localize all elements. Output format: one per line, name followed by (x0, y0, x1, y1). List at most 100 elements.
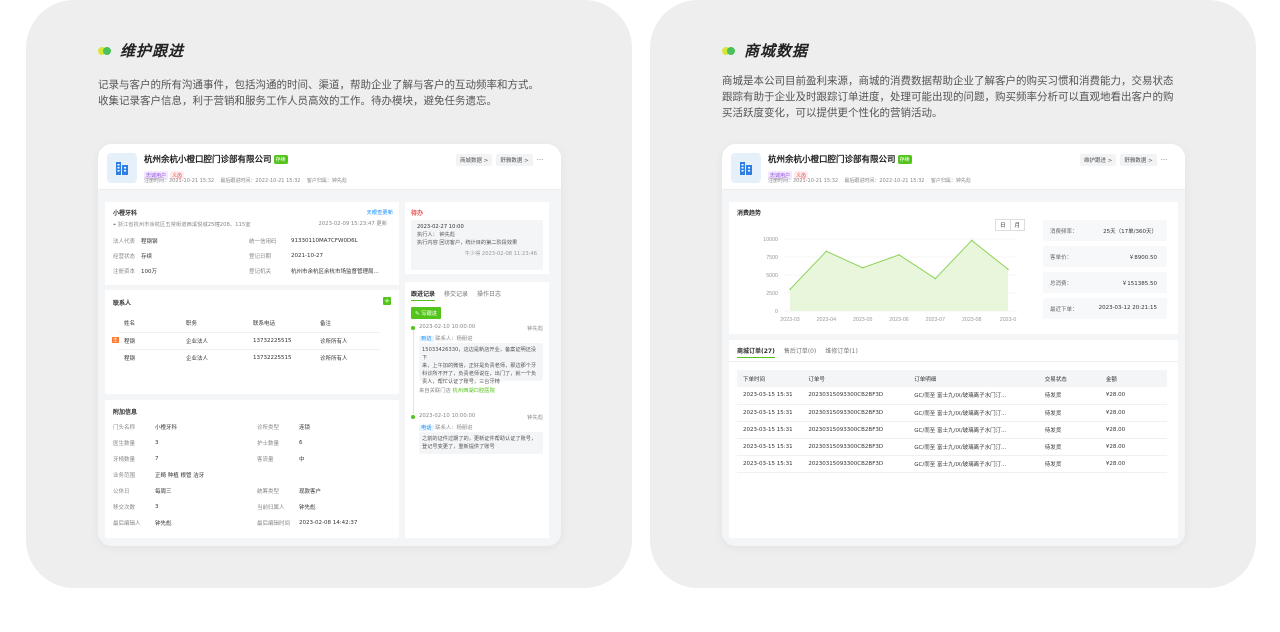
order-detail: GC/而至 富士九/IX/玻璃离子水门汀... (914, 461, 1007, 468)
orders-header-cell: 金额 (1105, 376, 1117, 383)
todo-executor: 执行人： 钟先彪 (417, 232, 455, 238)
follow-text-line: 之前的证件过期了的，更新证件帮助认证了账号， (422, 436, 537, 442)
order-row[interactable]: 2023-03-15 15:31 20230315093300CB2BF3D GC/… (737, 455, 1167, 472)
extra-value: 正畸 种植 根管 洁牙 (155, 473, 205, 479)
follow-button[interactable]: 维护跟进 > (1080, 154, 1117, 166)
mall-data-button[interactable]: 商城数据 > (456, 154, 493, 166)
follow-text-line: 登记号变更了，重新提供了账号 (422, 444, 495, 450)
extra-value: 7 (155, 456, 159, 462)
info-key: 登记日期 (249, 253, 272, 260)
order-row[interactable]: 2023-03-15 15:31 20230315093300CB2BF3D GC/… (737, 404, 1167, 421)
contacts-header-cell: 姓名 (124, 321, 136, 328)
extra-table: 门头名称 小橙牙科 诊所类型 连锁 医生数量 3 护士数量 6 牙椅数量 7 客流量 中业务范围 正畸 … (113, 419, 393, 531)
info-row: 法人代表 程钢钢 统一信用码 91330110MA7CFW0D6L (113, 233, 393, 248)
todo-item[interactable]: 2023-02-27 10:00 执行人： 钟先彪 执行内容 回访客户，统计目的… (411, 220, 543, 270)
consume-trend-chart: 0 2500 5000 7500 10000 2023-03 2023-04 2023-05 2… (763, 237, 1016, 323)
info-key: 法人代表 (113, 238, 136, 245)
company-name: 杭州余杭小橙口腔门诊部有限公司 存续 (768, 153, 912, 165)
order-amount: ¥28.00 (1105, 426, 1126, 433)
stat-item: 最近下单： 2023-03-12 20:21:15 (1043, 298, 1167, 319)
meta-register: 注册时间：2021-10-21 15:32 (768, 178, 839, 184)
stat-value: 2023-03-12 20:21:15 (1098, 305, 1157, 311)
add-contact-button[interactable]: + (383, 297, 391, 305)
extra-row: 牙椅数量 7 客流量 中 (113, 451, 393, 467)
orders-header-cell: 下单时间 (743, 376, 766, 383)
extra-value: 3 (155, 440, 159, 446)
write-follow-button[interactable]: ✎ 写跟进 (411, 307, 442, 319)
company-header: 杭州余杭小橙口腔门诊部有限公司 存续 忠诚用户 义齿 注册时间：2021-10-21… (98, 144, 561, 190)
extra-key: 业务范围 (113, 473, 136, 479)
info-key: 登记机关 (249, 268, 272, 275)
tab-mall-orders[interactable]: 商城订单(27) (737, 346, 775, 358)
contacts-table: 姓名 职务 联系电话 备注 主程钢 企业法人 13732225515 诊所所有人 程钢 企业法人… (112, 315, 380, 366)
extra-row: 医生数量 3 护士数量 6 (113, 435, 393, 451)
tab-transfer-records[interactable]: 移交记录 (444, 289, 468, 301)
contact-row[interactable]: 程钢 企业法人 13732225515 诊所所有人 (118, 349, 380, 366)
order-amount: ¥28.00 (1105, 409, 1126, 416)
order-tabs: 商城订单(27) 售后订单(0) 维修订单(1) (737, 346, 858, 358)
tab-repair-orders[interactable]: 维修订单(1) (825, 346, 858, 358)
order-time: 2023-03-15 15:31 (743, 409, 793, 416)
data-point (970, 239, 973, 242)
y-tick-label: 0 (775, 309, 778, 315)
stat-value: ￥8900.50 (1128, 255, 1157, 261)
stat-value: ￥151385.50 (1121, 281, 1157, 287)
y-tick-label: 7500 (766, 255, 778, 261)
contact-role: 企业法人 (186, 338, 209, 345)
tab-after-sale-orders[interactable]: 售后订单(0) (784, 346, 817, 358)
company-name: 杭州余杭小橙口腔门诊部有限公司 存续 (144, 153, 288, 165)
orders-header-cell: 订单号 (808, 376, 825, 383)
building-icon (731, 153, 761, 183)
contacts-title: 联系人 (113, 300, 132, 307)
tabs-divider (729, 361, 1178, 362)
maintain-panel: 维护跟进 记录与客户的所有沟通事件，包括沟通的时间、渠道，帮助企业了解与客户的互… (26, 0, 632, 588)
extra-value (299, 467, 393, 483)
timeline-line (413, 326, 414, 414)
meta-last-follow: 最后跟进时间：2022-10-21 15:32 (844, 178, 925, 184)
todo-content: 执行内容 回访客户，统计目的第二阶段效果 (417, 240, 518, 246)
source-link[interactable]: 杭州西湖口腔医院 (452, 388, 494, 394)
info-value: 91330110MA7CFW0D6L (291, 237, 358, 244)
finance-data-button[interactable]: 舒雅数据 > (496, 154, 533, 166)
order-row[interactable]: 2023-03-15 15:31 20230315093300CB2BF3D GC/… (737, 387, 1167, 404)
order-row[interactable]: 2023-03-15 15:31 20230315093300CB2BF3D GC/… (737, 438, 1167, 455)
follow-source: 来自关联门店 杭州西湖口腔医院 (419, 386, 495, 394)
address: ⌖ 浙江省杭州市余杭区五常街道西溪悦城25幢208、115室 (113, 220, 251, 229)
y-tick-label: 2500 (766, 291, 778, 297)
stat-key: 最近下单： (1050, 307, 1078, 313)
data-point (934, 277, 937, 280)
order-number: 20230315093300CB2BF3D (808, 426, 884, 433)
info-key: 统一信用码 (249, 238, 277, 245)
extra-value: 每周三 (155, 489, 172, 495)
meta-owner: 客户归属：钟先彪 (306, 178, 347, 184)
card-body: 消费趋势 日 月 0 2500 5000 7500 10000 2023-03 2023-0… (722, 190, 1185, 546)
tab-follow-records[interactable]: 跟进记录 (411, 289, 436, 301)
follow-text: 之前的证件过期了的，更新证件帮助认证了账号， 登记号变更了，重新提供了账号 (419, 432, 543, 454)
tab-operation-log[interactable]: 操作日志 (477, 289, 501, 301)
update-link[interactable]: 天眼查更新 (367, 208, 394, 216)
mall-title-row: 商城数据 (722, 40, 808, 61)
data-point (825, 250, 828, 253)
channel-tag: 到访 (419, 336, 434, 342)
extra-info-box: 附加信息 门头名称 小橙牙科 诊所类型 连锁 医生数量 3 护士数量 6 牙椅数量 7 客流量 中业务… (105, 400, 399, 538)
order-status: 待发货 (1044, 393, 1062, 400)
follow-box: 跟进记录 移交记录 操作日志 ✎ 写跟进 2023-02-10 10:00:00… (405, 282, 549, 538)
company-name-text: 杭州余杭小橙口腔门诊部有限公司 (768, 155, 896, 165)
finance-data-button[interactable]: 舒雅数据 > (1120, 154, 1157, 166)
data-point (1007, 268, 1009, 271)
title-dots-icon (98, 46, 112, 55)
extra-value: 钟先彪 (155, 521, 172, 527)
mall-desc-line: 商城是本公司目前盈利来源，商城的消费数据帮助企业了解客户的购买习惯和消费能力，交… (722, 75, 1174, 87)
data-point (789, 288, 791, 291)
contact-row[interactable]: 主程钢 企业法人 13732225515 诊所所有人 (112, 332, 380, 349)
meta-last-follow: 最后跟进时间：2022-10-21 15:32 (220, 178, 301, 184)
order-row[interactable]: 2023-03-15 15:31 20230315093300CB2BF3D GC/… (737, 421, 1167, 438)
more-icon[interactable]: ··· (1161, 156, 1168, 164)
more-icon[interactable]: ··· (537, 156, 544, 164)
y-tick-label: 10000 (763, 237, 778, 243)
company-header: 杭州余杭小橙口腔门诊部有限公司 存续 忠诚用户 义齿 注册时间：2021-10-21… (722, 144, 1185, 190)
stat-key: 消费频率： (1050, 229, 1078, 235)
extra-value: 中 (299, 457, 305, 463)
x-tick-label: 2023-06 (889, 317, 908, 323)
timeline-dot (411, 415, 415, 419)
